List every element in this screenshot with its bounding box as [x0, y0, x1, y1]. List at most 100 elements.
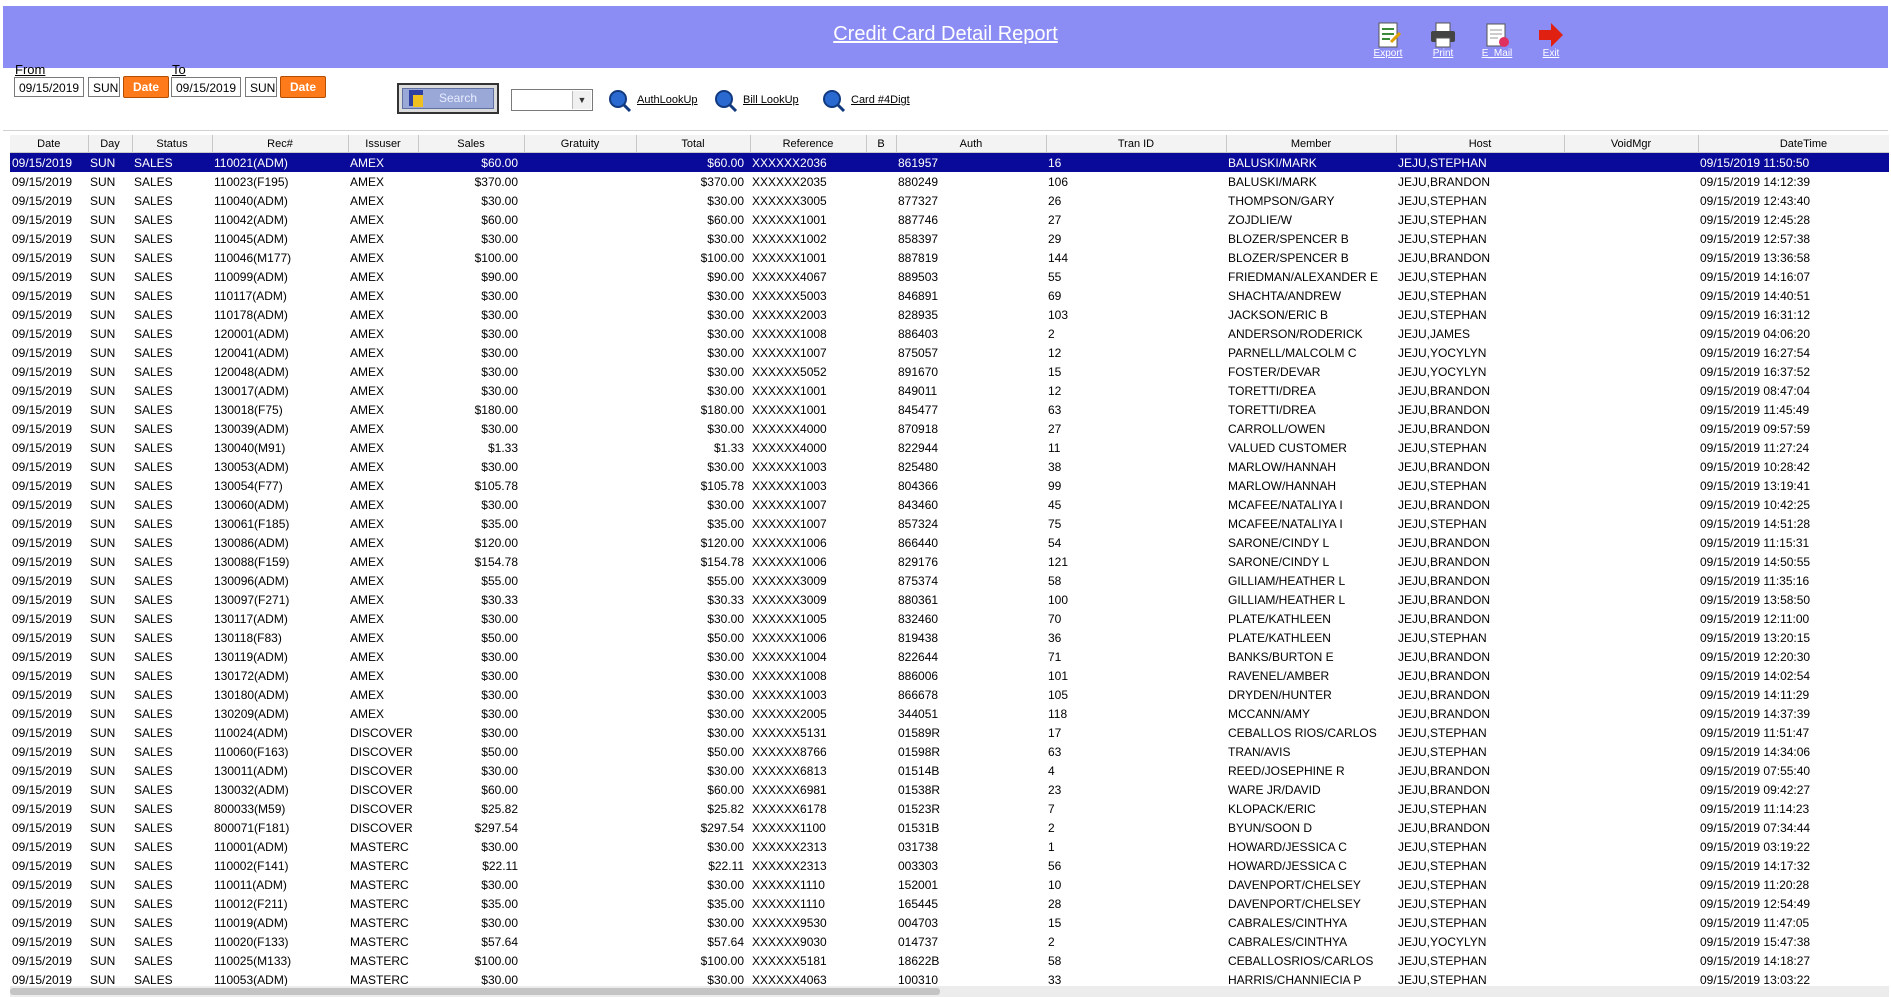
column-header-tran-id[interactable]: Tran ID: [1046, 135, 1227, 153]
table-row[interactable]: 09/15/2019 SUN SALES 110099(ADM) AMEX $90.00 $…: [10, 267, 1889, 286]
filter-dropdown[interactable]: ▼: [511, 89, 593, 111]
cell-tran-id: 23: [1048, 782, 1062, 797]
table-row[interactable]: 09/15/2019 SUN SALES 130040(M91) AMEX $1.33 $1…: [10, 438, 1889, 457]
from-date-button[interactable]: Date: [123, 76, 169, 98]
table-row[interactable]: 09/15/2019 SUN SALES 110011(ADM) MASTERC $30.…: [10, 875, 1889, 894]
magnifier-icon: [715, 90, 738, 112]
table-row[interactable]: 09/15/2019 SUN SALES 130209(ADM) AMEX $30.00 $…: [10, 704, 1889, 723]
cell-host: JEJU,BRANDON: [1398, 649, 1491, 664]
column-header-auth[interactable]: Auth: [896, 135, 1047, 153]
cell-date-time: 09/15/2019 12:43:40: [1700, 193, 1811, 208]
cell-status: SALES: [134, 611, 173, 626]
horizontal-scrollbar[interactable]: [10, 986, 1889, 997]
table-row[interactable]: 09/15/2019 SUN SALES 110045(ADM) AMEX $30.00 $…: [10, 229, 1889, 248]
column-header-void-mgr[interactable]: VoidMgr: [1564, 135, 1699, 153]
from-date-input[interactable]: 09/15/2019: [14, 77, 84, 97]
table-row[interactable]: 09/15/2019 SUN SALES 110020(F133) MASTERC $57…: [10, 932, 1889, 951]
table-row[interactable]: 09/15/2019 SUN SALES 130180(ADM) AMEX $30.00 $…: [10, 685, 1889, 704]
table-row[interactable]: 09/15/2019 SUN SALES 130097(F271) AMEX $30.33…: [10, 590, 1889, 609]
table-row[interactable]: 09/15/2019 SUN SALES 130117(ADM) AMEX $30.00 $…: [10, 609, 1889, 628]
table-row[interactable]: 09/15/2019 SUN SALES 110024(ADM) DISCOVER $30…: [10, 723, 1889, 742]
transaction-grid[interactable]: Date Day Status Rec# Issuser Sales Gratuity Tot…: [10, 135, 1889, 990]
table-row[interactable]: 09/15/2019 SUN SALES 130172(ADM) AMEX $30.00 $…: [10, 666, 1889, 685]
table-row[interactable]: 09/15/2019 SUN SALES 110060(F163) DISCOVER $5…: [10, 742, 1889, 761]
column-header-date-time[interactable]: DateTime: [1698, 135, 1889, 153]
table-row[interactable]: 09/15/2019 SUN SALES 130118(F83) AMEX $50.00 $…: [10, 628, 1889, 647]
table-row[interactable]: 09/15/2019 SUN SALES 130119(ADM) AMEX $30.00 $…: [10, 647, 1889, 666]
column-header-gratuity[interactable]: Gratuity: [524, 135, 637, 153]
cell-auth: 870918: [898, 421, 939, 436]
column-header-date[interactable]: Date: [10, 135, 89, 153]
cell-date-time: 09/15/2019 12:20:30: [1700, 649, 1811, 664]
cell-sales: $30.00: [481, 459, 518, 474]
table-row[interactable]: 09/15/2019 SUN SALES 110001(ADM) MASTERC $30.…: [10, 837, 1889, 856]
cell-member: REED/JOSEPHINE R: [1228, 763, 1345, 778]
cell-day: SUN: [90, 782, 116, 797]
cell-issuer: AMEX: [350, 706, 385, 721]
scrollbar-thumb[interactable]: [10, 988, 940, 995]
exit-button[interactable]: Exit: [1527, 20, 1575, 70]
cell-rec: 130040(M91): [214, 440, 286, 455]
column-header-member[interactable]: Member: [1226, 135, 1397, 153]
table-row[interactable]: 09/15/2019 SUN SALES 110021(ADM) AMEX $60.00 $…: [10, 152, 1889, 172]
email-button[interactable]: E_Mail: [1473, 20, 1521, 70]
table-row[interactable]: 09/15/2019 SUN SALES 130088(F159) AMEX $154.7…: [10, 552, 1889, 571]
table-row[interactable]: 09/15/2019 SUN SALES 130017(ADM) AMEX $30.00 $…: [10, 381, 1889, 400]
table-row[interactable]: 09/15/2019 SUN SALES 800071(F181) DISCOVER $2…: [10, 818, 1889, 837]
cell-reference: XXXXXX8766: [752, 744, 827, 759]
column-header-sales[interactable]: Sales: [418, 135, 525, 153]
column-header-host[interactable]: Host: [1396, 135, 1565, 153]
table-row[interactable]: 09/15/2019 SUN SALES 130060(ADM) AMEX $30.00 $…: [10, 495, 1889, 514]
table-row[interactable]: 09/15/2019 SUN SALES 110023(F195) AMEX $370.0…: [10, 172, 1889, 191]
table-row[interactable]: 09/15/2019 SUN SALES 120041(ADM) AMEX $30.00 $…: [10, 343, 1889, 362]
table-row[interactable]: 09/15/2019 SUN SALES 130054(F77) AMEX $105.78…: [10, 476, 1889, 495]
table-row[interactable]: 09/15/2019 SUN SALES 130018(F75) AMEX $180.00…: [10, 400, 1889, 419]
table-row[interactable]: 09/15/2019 SUN SALES 110178(ADM) AMEX $30.00 $…: [10, 305, 1889, 324]
cell-auth: 875374: [898, 573, 939, 588]
to-date-input[interactable]: 09/15/2019: [171, 77, 241, 97]
column-header-rec[interactable]: Rec#: [212, 135, 349, 153]
to-date-button[interactable]: Date: [280, 76, 326, 98]
cell-void-mgr: [1564, 552, 1698, 571]
table-row[interactable]: 09/15/2019 SUN SALES 110040(ADM) AMEX $30.00 $…: [10, 191, 1889, 210]
cell-member: MARLOW/HANNAH: [1228, 459, 1337, 474]
cell-date: 09/15/2019: [12, 858, 73, 873]
table-row[interactable]: 09/15/2019 SUN SALES 130086(ADM) AMEX $120.00…: [10, 533, 1889, 552]
table-row[interactable]: 09/15/2019 SUN SALES 120001(ADM) AMEX $30.00 $…: [10, 324, 1889, 343]
column-header-issuer[interactable]: Issuser: [348, 135, 419, 153]
column-header-b[interactable]: B: [866, 135, 897, 153]
cell-status: SALES: [134, 326, 173, 341]
cell-total: $50.00: [707, 630, 744, 645]
export-button[interactable]: Export: [1364, 20, 1412, 70]
column-header-status[interactable]: Status: [132, 135, 213, 153]
table-row[interactable]: 09/15/2019 SUN SALES 130096(ADM) AMEX $55.00 $…: [10, 571, 1889, 590]
column-header-reference[interactable]: Reference: [750, 135, 867, 153]
table-row[interactable]: 09/15/2019 SUN SALES 130053(ADM) AMEX $30.00 $…: [10, 457, 1889, 476]
from-day-field: SUN: [88, 77, 120, 97]
table-row[interactable]: 09/15/2019 SUN SALES 110002(F141) MASTERC $22…: [10, 856, 1889, 875]
column-header-total[interactable]: Total: [636, 135, 751, 153]
cell-total: $105.78: [700, 478, 744, 493]
table-row[interactable]: 09/15/2019 SUN SALES 110012(F211) MASTERC $35…: [10, 894, 1889, 913]
cell-rec: 110024(ADM): [214, 725, 288, 740]
cell-b: [866, 191, 896, 210]
table-row[interactable]: 09/15/2019 SUN SALES 110046(M177) AMEX $100.0…: [10, 248, 1889, 267]
table-row[interactable]: 09/15/2019 SUN SALES 110025(M133) MASTERC $10…: [10, 951, 1889, 970]
table-row[interactable]: 09/15/2019 SUN SALES 110117(ADM) AMEX $30.00 $…: [10, 286, 1889, 305]
cell-gratuity: [524, 324, 636, 343]
table-row[interactable]: 09/15/2019 SUN SALES 130061(F185) AMEX $35.00…: [10, 514, 1889, 533]
cell-status: SALES: [134, 459, 173, 474]
report-title[interactable]: Credit Card Detail Report: [3, 23, 1888, 46]
table-row[interactable]: 09/15/2019 SUN SALES 130039(ADM) AMEX $30.00 $…: [10, 419, 1889, 438]
table-row[interactable]: 09/15/2019 SUN SALES 130011(ADM) DISCOVER $30…: [10, 761, 1889, 780]
table-row[interactable]: 09/15/2019 SUN SALES 120048(ADM) AMEX $30.00 $…: [10, 362, 1889, 381]
search-button[interactable]: Search: [397, 83, 499, 114]
table-row[interactable]: 09/15/2019 SUN SALES 130032(ADM) DISCOVER $60…: [10, 780, 1889, 799]
cell-member: GILLIAM/HEATHER L: [1228, 592, 1346, 607]
cell-date-time: 09/15/2019 13:36:58: [1700, 250, 1811, 265]
print-button[interactable]: Print: [1419, 20, 1467, 70]
table-row[interactable]: 09/15/2019 SUN SALES 110042(ADM) AMEX $60.00 $…: [10, 210, 1889, 229]
table-row[interactable]: 09/15/2019 SUN SALES 800033(M59) DISCOVER $25…: [10, 799, 1889, 818]
table-row[interactable]: 09/15/2019 SUN SALES 110019(ADM) MASTERC $30.…: [10, 913, 1889, 932]
column-header-day[interactable]: Day: [88, 135, 133, 153]
